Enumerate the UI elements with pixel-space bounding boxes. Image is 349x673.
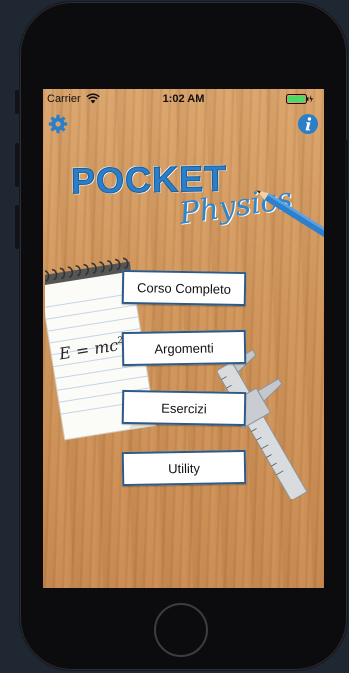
power-button: [345, 140, 348, 200]
clock: 1:02 AM: [162, 93, 205, 105]
battery-icon: [286, 94, 313, 104]
home-button[interactable]: [154, 603, 208, 657]
pencil-illustration: [256, 190, 324, 238]
mute-switch: [15, 90, 19, 114]
esercizi-button[interactable]: Esercizi: [121, 389, 247, 427]
corso-completo-button[interactable]: Corso Completo: [121, 269, 247, 307]
volume-up-button: [15, 143, 19, 187]
argomenti-label: Argomenti: [154, 339, 214, 357]
app-screen: Carrier 1:02 AM POCKET Physics E = mc2 C…: [43, 89, 324, 588]
esercizi-label: Esercizi: [161, 400, 207, 416]
corso-completo-label: Corso Completo: [136, 279, 232, 297]
status-bar: Carrier 1:02 AM: [43, 89, 324, 109]
utility-label: Utility: [167, 460, 201, 476]
info-icon[interactable]: [297, 113, 319, 135]
utility-button[interactable]: Utility: [121, 449, 247, 487]
gear-icon[interactable]: [48, 114, 68, 134]
volume-down-button: [15, 205, 19, 249]
argomenti-button[interactable]: Argomenti: [121, 329, 247, 367]
